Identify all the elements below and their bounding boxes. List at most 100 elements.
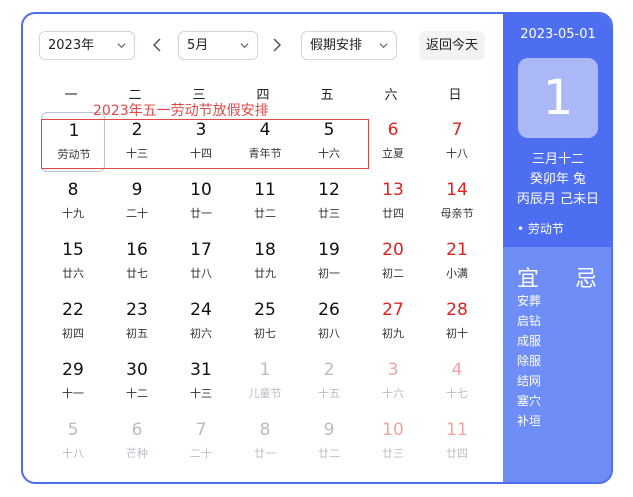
holiday-select[interactable]: 假期安排 xyxy=(301,31,397,60)
day-number: 25 xyxy=(254,300,276,320)
day-cell[interactable]: 9 廿二 xyxy=(297,412,361,472)
day-number: 11 xyxy=(446,420,468,440)
day-cell[interactable]: 7 十八 xyxy=(425,112,489,172)
selected-date: 2023-05-01 xyxy=(520,27,596,42)
day-cell[interactable]: 10 廿一 xyxy=(169,172,233,232)
day-cell[interactable]: 11 廿二 xyxy=(233,172,297,232)
yi-item: 启钻 xyxy=(517,314,542,328)
day-cell[interactable]: 1 儿童节 xyxy=(233,352,297,412)
day-cell[interactable]: 10 廿三 xyxy=(361,412,425,472)
day-cell[interactable]: 28 初十 xyxy=(425,292,489,352)
day-number: 16 xyxy=(126,240,148,260)
lunar-label: 初九 xyxy=(382,327,404,340)
day-number: 7 xyxy=(451,120,463,140)
day-number: 5 xyxy=(67,420,79,440)
day-cell[interactable]: 27 初九 xyxy=(361,292,425,352)
lunar-year: 癸卯年 兔 xyxy=(529,172,587,187)
holiday-select-label: 假期安排 xyxy=(310,38,363,53)
day-number: 9 xyxy=(323,420,335,440)
day-cell[interactable]: 24 初六 xyxy=(169,292,233,352)
lunar-label: 廿四 xyxy=(446,447,468,460)
day-cell[interactable]: 6 芒种 xyxy=(105,412,169,472)
day-cell[interactable]: 29 十一 xyxy=(41,352,105,412)
day-number: 10 xyxy=(190,180,212,200)
day-number: 28 xyxy=(446,300,468,320)
day-cell[interactable]: 30 十二 xyxy=(105,352,169,412)
lunar-label: 十八 xyxy=(446,147,468,160)
day-cell[interactable]: 25 初七 xyxy=(233,292,297,352)
day-cell[interactable]: 15 廿六 xyxy=(41,232,105,292)
month-select[interactable]: 5月 xyxy=(178,31,258,60)
day-number: 27 xyxy=(382,300,404,320)
day-cell[interactable]: 5 十八 xyxy=(41,412,105,472)
lunar-label: 十八 xyxy=(62,447,84,460)
day-cell[interactable]: 7 二十 xyxy=(169,412,233,472)
lunar-label: 廿八 xyxy=(190,267,212,280)
lunar-label: 廿二 xyxy=(254,207,276,220)
day-cell[interactable]: 4 十七 xyxy=(425,352,489,412)
day-cell[interactable]: 19 初一 xyxy=(297,232,361,292)
almanac-section: 宜 忌 安葬 启钻 成服 除服 结网 塞穴 补垣 xyxy=(503,247,611,482)
lunar-label: 廿六 xyxy=(62,267,84,280)
lunar-label: 廿七 xyxy=(126,267,148,280)
lunar-label: 十五 xyxy=(318,387,340,400)
day-cell[interactable]: 16 廿七 xyxy=(105,232,169,292)
day-number: 2 xyxy=(323,360,335,380)
day-number: 21 xyxy=(446,240,468,260)
back-to-today-button[interactable]: 返回今天 xyxy=(419,31,485,60)
lunar-label: 廿九 xyxy=(254,267,276,280)
day-cell[interactable]: 11 廿四 xyxy=(425,412,489,472)
yi-list: 安葬 启钻 成服 除服 结网 塞穴 补垣 xyxy=(517,291,541,431)
weekday-label: 五 xyxy=(320,88,334,103)
chevron-left-icon[interactable] xyxy=(149,36,167,54)
lunar-label: 初五 xyxy=(126,327,148,340)
day-cell[interactable]: 31 十三 xyxy=(169,352,233,412)
day-cell[interactable]: 2 十五 xyxy=(297,352,361,412)
day-number: 20 xyxy=(382,240,404,260)
day-cell[interactable]: 20 初二 xyxy=(361,232,425,292)
year-select[interactable]: 2023年 xyxy=(39,31,135,60)
day-cell[interactable]: 14 母亲节 xyxy=(425,172,489,232)
day-number: 23 xyxy=(126,300,148,320)
day-number: 9 xyxy=(131,180,143,200)
selected-day-number: 1 xyxy=(518,58,598,138)
month-select-label: 5月 xyxy=(187,38,209,53)
day-cell[interactable]: 8 廿一 xyxy=(233,412,297,472)
lunar-label: 十七 xyxy=(446,387,468,400)
day-number: 1 xyxy=(259,360,271,380)
day-cell[interactable]: 13 廿四 xyxy=(361,172,425,232)
lunar-label: 立夏 xyxy=(382,147,404,160)
day-number: 6 xyxy=(387,120,399,140)
lunar-label: 初七 xyxy=(254,327,276,340)
day-cell[interactable]: 8 十九 xyxy=(41,172,105,232)
lunar-label: 母亲节 xyxy=(440,207,474,220)
day-cell[interactable]: 12 廿三 xyxy=(297,172,361,232)
day-number: 24 xyxy=(190,300,212,320)
day-cell[interactable]: 22 初四 xyxy=(41,292,105,352)
day-cell[interactable]: 9 二十 xyxy=(105,172,169,232)
day-cell[interactable]: 18 廿九 xyxy=(233,232,297,292)
day-number: 19 xyxy=(318,240,340,260)
ji-heading: 忌 xyxy=(575,267,598,292)
day-number: 17 xyxy=(190,240,212,260)
lunar-label: 十二 xyxy=(126,387,148,400)
lunar-date: 三月十二 xyxy=(531,152,584,167)
lunar-label: 十三 xyxy=(190,387,212,400)
day-number: 8 xyxy=(259,420,271,440)
day-cell[interactable]: 23 初五 xyxy=(105,292,169,352)
lunar-label: 初六 xyxy=(190,327,212,340)
yi-item: 结网 xyxy=(517,374,542,388)
lunar-label: 二十 xyxy=(190,447,212,460)
chevron-down-icon xyxy=(379,43,388,49)
lunar-label: 十六 xyxy=(382,387,404,400)
day-cell[interactable]: 26 初八 xyxy=(297,292,361,352)
day-cell[interactable]: 6 立夏 xyxy=(361,112,425,172)
day-cell[interactable]: 21 小满 xyxy=(425,232,489,292)
lunar-label: 小满 xyxy=(446,267,468,280)
day-cell[interactable]: 3 十六 xyxy=(361,352,425,412)
lunar-label: 芒种 xyxy=(126,447,148,460)
lunar-label: 廿二 xyxy=(318,447,340,460)
chevron-right-icon[interactable] xyxy=(267,36,285,54)
day-cell[interactable]: 17 廿八 xyxy=(169,232,233,292)
lunar-label: 初十 xyxy=(446,327,468,340)
